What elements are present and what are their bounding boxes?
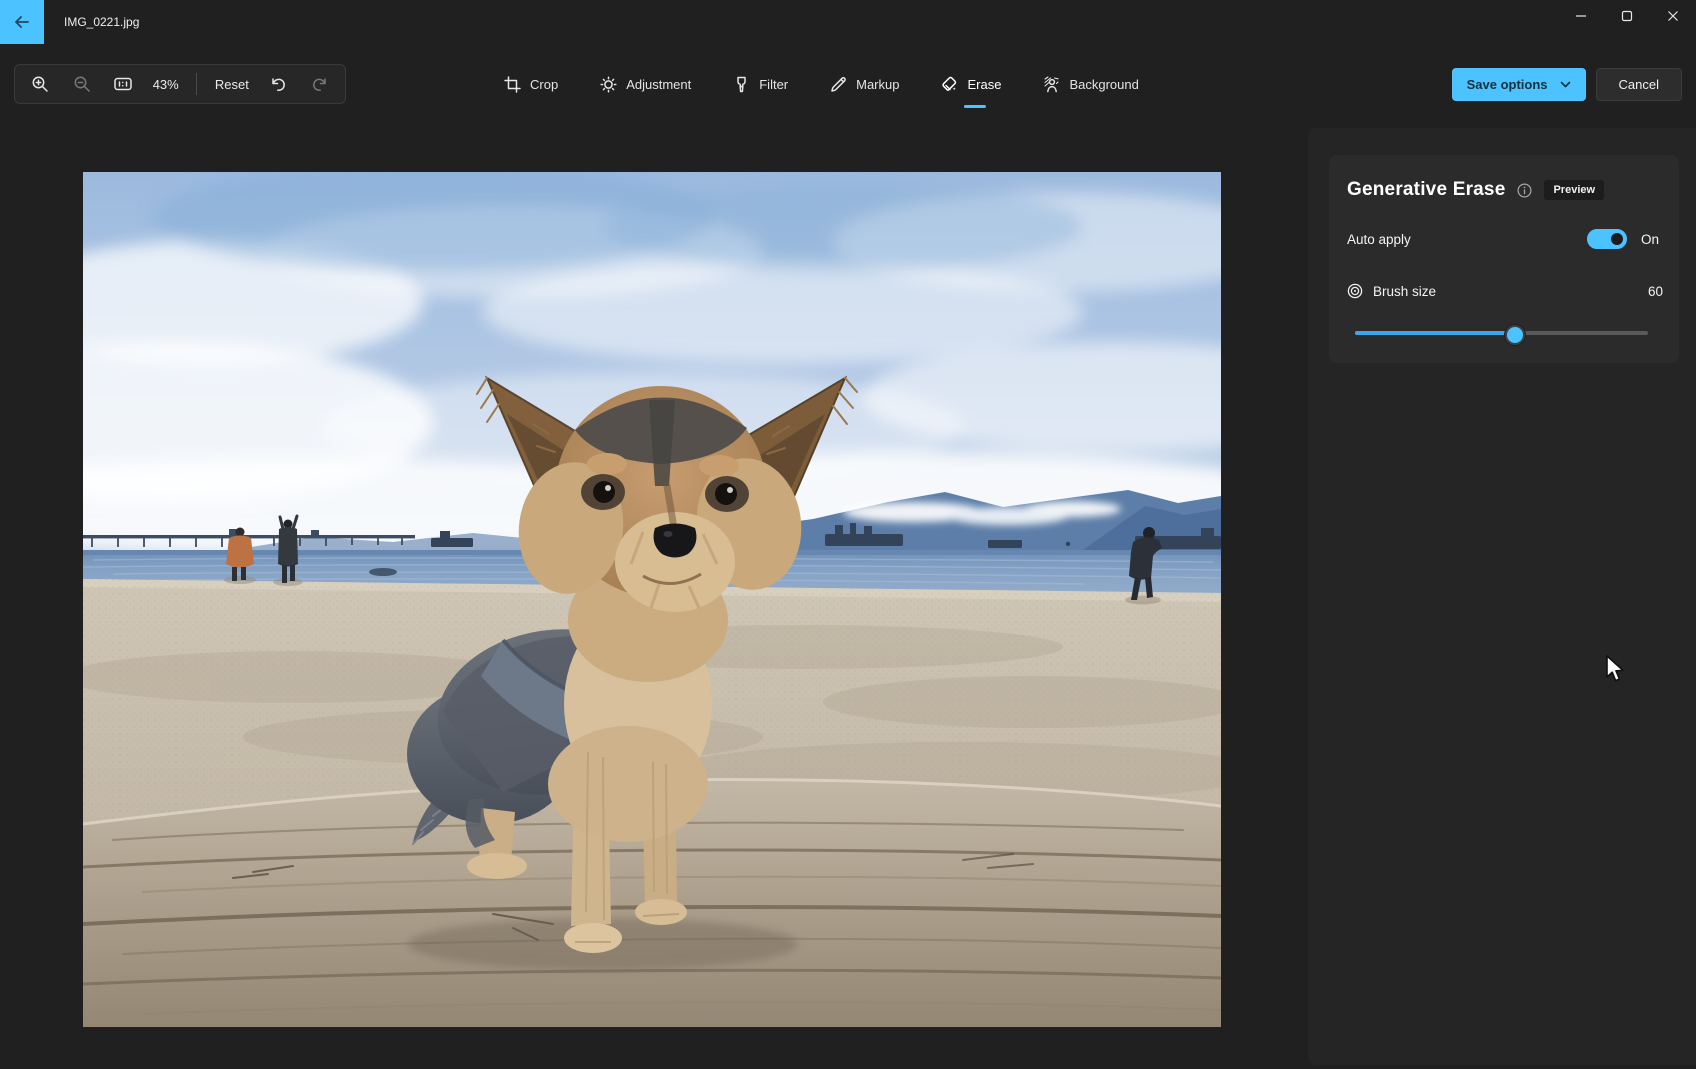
brush-size-value: 60 bbox=[1647, 283, 1663, 299]
maximize-icon bbox=[1621, 10, 1633, 22]
brush-size-row: Brush size 60 bbox=[1347, 283, 1663, 299]
caption-buttons bbox=[1558, 0, 1696, 32]
tab-crop[interactable]: Crop bbox=[498, 64, 564, 104]
redo-button[interactable] bbox=[308, 70, 332, 98]
close-button[interactable] bbox=[1650, 0, 1696, 32]
pen-icon bbox=[831, 76, 846, 92]
zoom-out-icon bbox=[74, 76, 90, 92]
beach-dog-photo bbox=[83, 172, 1221, 1027]
save-options-button[interactable]: Save options bbox=[1451, 68, 1586, 101]
photos-app-window: IMG_0221.jpg 43% Reset Crop Adjustment F… bbox=[0, 0, 1696, 1069]
auto-apply-label: Auto apply bbox=[1347, 231, 1411, 247]
back-button[interactable] bbox=[0, 0, 44, 44]
filter-icon bbox=[737, 76, 746, 92]
cancel-button[interactable]: Cancel bbox=[1595, 68, 1682, 101]
photo-canvas[interactable] bbox=[83, 172, 1221, 1027]
brush-size-slider[interactable] bbox=[1355, 323, 1648, 345]
zoom-in-icon bbox=[32, 76, 48, 92]
slider-thumb[interactable] bbox=[1505, 325, 1526, 345]
arrow-left-icon bbox=[15, 16, 29, 28]
tab-markup[interactable]: Markup bbox=[824, 64, 905, 104]
actual-size-button[interactable] bbox=[111, 70, 135, 98]
editing-tabs: Crop Adjustment Filter Markup Erase Back… bbox=[498, 64, 1145, 108]
preview-badge: Preview bbox=[1544, 180, 1605, 200]
minimize-button[interactable] bbox=[1558, 0, 1604, 32]
concentric-circles-icon bbox=[1347, 283, 1363, 299]
crop-icon bbox=[504, 75, 521, 93]
toolbar-divider bbox=[196, 73, 198, 95]
generative-erase-card: Generative Erase Preview Auto apply On B… bbox=[1329, 155, 1679, 363]
undo-button[interactable] bbox=[266, 70, 290, 98]
auto-apply-state: On bbox=[1641, 231, 1660, 247]
minimize-icon bbox=[1576, 15, 1586, 17]
active-tab-underline bbox=[964, 105, 987, 108]
top-actions: Save options Cancel bbox=[1451, 68, 1682, 101]
slider-fill bbox=[1355, 325, 1526, 345]
auto-apply-row: Auto apply On bbox=[1347, 229, 1663, 249]
brightness-icon bbox=[600, 75, 617, 93]
background-person-icon bbox=[1044, 75, 1060, 92]
eraser-icon bbox=[942, 76, 957, 91]
tab-filter[interactable]: Filter bbox=[727, 64, 794, 104]
tab-background[interactable]: Background bbox=[1037, 64, 1144, 104]
zoom-toolbar: 43% Reset bbox=[14, 64, 346, 104]
reset-button[interactable]: Reset bbox=[215, 77, 249, 92]
window-title: IMG_0221.jpg bbox=[64, 15, 140, 29]
redo-icon bbox=[313, 78, 326, 92]
zoom-level-value: 43% bbox=[152, 76, 179, 92]
info-circle-icon bbox=[1517, 182, 1532, 198]
tab-erase[interactable]: Erase bbox=[935, 64, 1007, 108]
maximize-button[interactable] bbox=[1604, 0, 1650, 32]
chevron-down-icon bbox=[1560, 81, 1570, 88]
zoom-out-button[interactable] bbox=[70, 70, 94, 98]
erase-panel: Generative Erase Preview Auto apply On B… bbox=[1308, 128, 1696, 1065]
info-button[interactable] bbox=[1517, 182, 1532, 198]
brush-size-label: Brush size bbox=[1373, 283, 1437, 299]
zoom-in-button[interactable] bbox=[28, 70, 52, 98]
toggle-knob bbox=[1611, 233, 1623, 245]
auto-apply-toggle[interactable] bbox=[1587, 229, 1627, 249]
one-to-one-icon bbox=[114, 77, 132, 91]
panel-title: Generative Erase bbox=[1347, 179, 1506, 200]
close-icon bbox=[1668, 11, 1678, 21]
tab-adjustment[interactable]: Adjustment bbox=[594, 64, 697, 104]
undo-icon bbox=[272, 78, 286, 92]
